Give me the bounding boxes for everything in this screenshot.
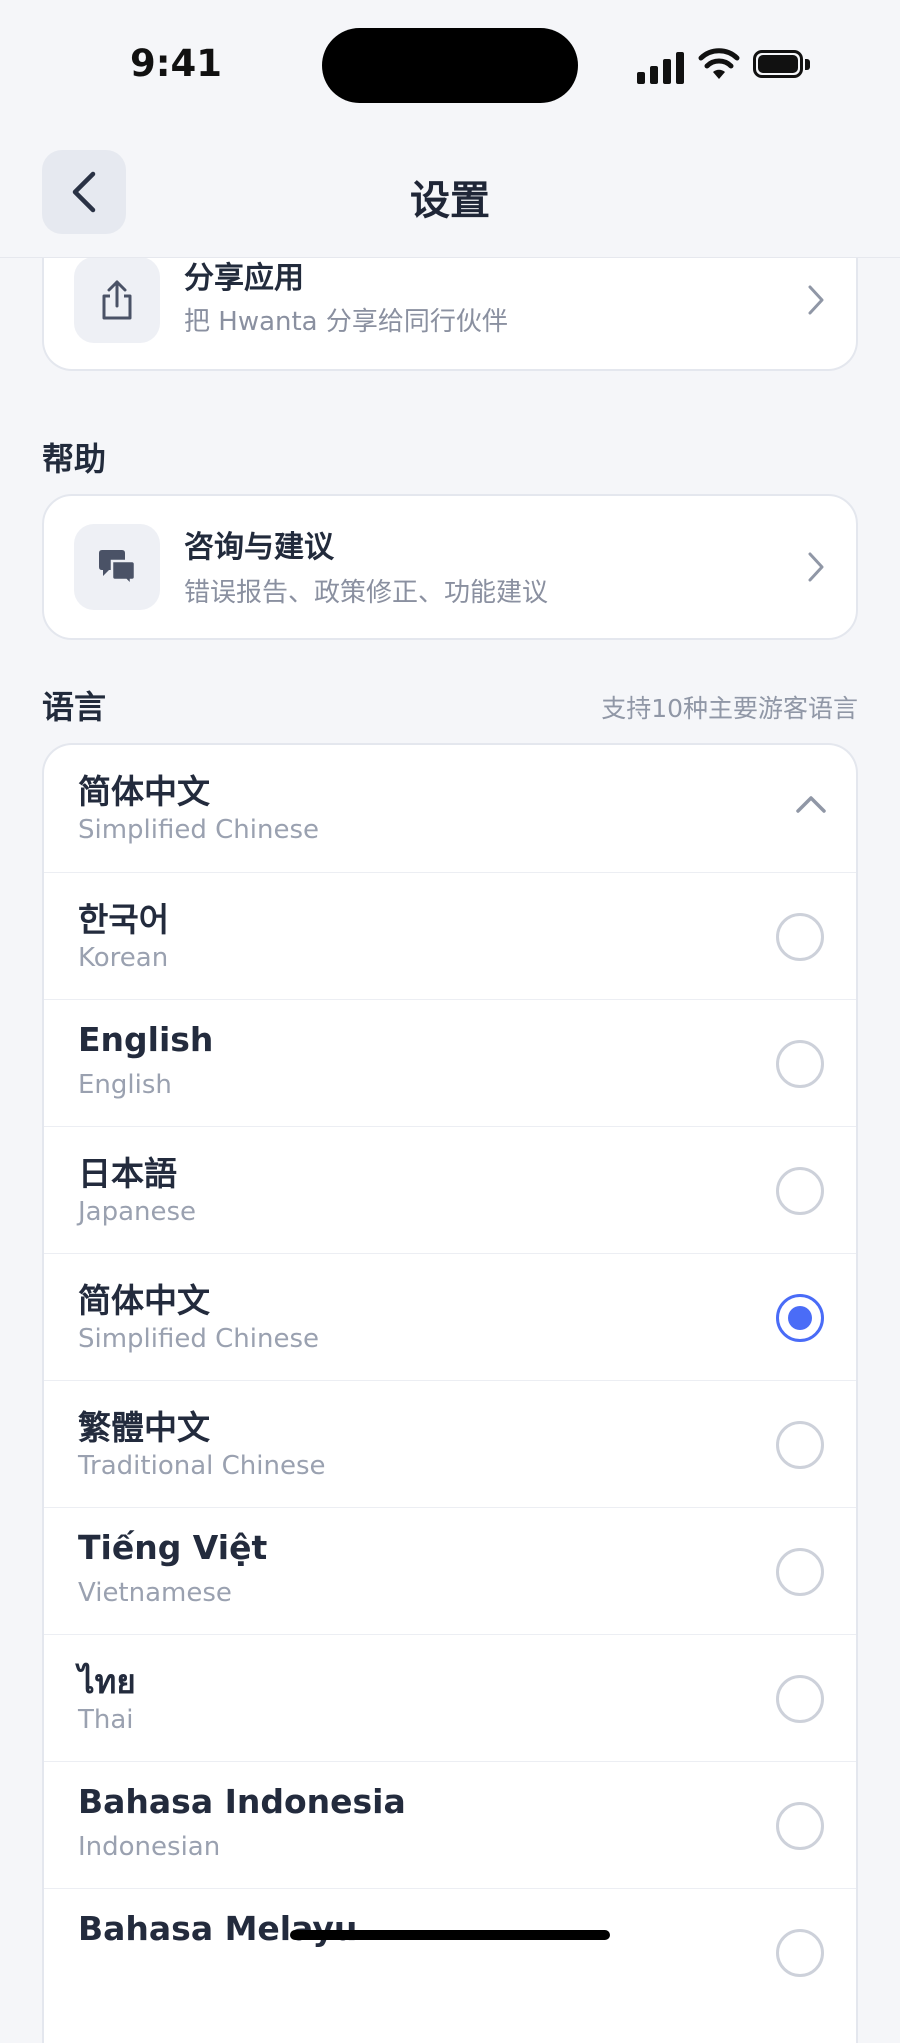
radio-button[interactable] [776, 1675, 824, 1723]
language-list: 简体中文 Simplified Chinese 한국어 Korean Engli… [42, 743, 858, 2043]
chevron-right-icon [808, 552, 824, 582]
nav-header: 设置 [0, 130, 900, 258]
language-name: 日本語 [78, 1154, 177, 1193]
home-indicator [290, 1930, 610, 1940]
radio-button[interactable] [776, 1929, 824, 1977]
feedback-row[interactable]: 咨询与建议 错误报告、政策修正、功能建议 [42, 494, 858, 640]
language-option-malay[interactable]: Bahasa Melayu [44, 1888, 856, 2016]
dynamic-island [322, 28, 578, 103]
language-option-simplified-chinese[interactable]: 简体中文 Simplified Chinese [44, 1253, 856, 1381]
radio-button-selected[interactable] [776, 1294, 824, 1342]
language-name: 한국어 [78, 900, 170, 939]
feedback-title: 咨询与建议 [184, 530, 334, 565]
language-name: 繁體中文 [78, 1408, 210, 1447]
radio-button[interactable] [776, 1421, 824, 1469]
language-name: Bahasa Melayu [78, 1909, 358, 1948]
language-option-vietnamese[interactable]: Tiếng Việt Vietnamese [44, 1507, 856, 1635]
current-language-name: 简体中文 [78, 772, 210, 811]
language-sub: Japanese [78, 1197, 197, 1227]
battery-icon [753, 50, 811, 80]
language-section-title: 语言 [42, 688, 107, 726]
chat-bubbles-icon [99, 550, 137, 587]
page-title: 设置 [410, 178, 490, 224]
language-sub: Traditional Chinese [78, 1451, 326, 1481]
radio-button[interactable] [776, 1040, 824, 1088]
share-app-title: 分享应用 [184, 261, 304, 296]
language-option-english[interactable]: English English [44, 999, 856, 1127]
language-section-note: 支持10种主要游客语言 [601, 694, 858, 723]
language-option-traditional-chinese[interactable]: 繁體中文 Traditional Chinese [44, 1380, 856, 1508]
language-sub: Korean [78, 943, 169, 973]
language-name: ไทย [78, 1662, 136, 1701]
radio-button[interactable] [776, 1548, 824, 1596]
language-option-thai[interactable]: ไทย Thai [44, 1634, 856, 1762]
cellular-signal-icon [637, 50, 685, 84]
radio-button[interactable] [776, 913, 824, 961]
language-name: English [78, 1020, 214, 1059]
language-option-japanese[interactable]: 日本語 Japanese [44, 1126, 856, 1254]
language-sub: Simplified Chinese [78, 1324, 320, 1354]
share-icon [102, 280, 132, 320]
radio-button[interactable] [776, 1167, 824, 1215]
feedback-subtitle: 错误报告、政策修正、功能建议 [184, 578, 549, 608]
language-name: 简体中文 [78, 1281, 210, 1320]
status-bar: 9:41 [0, 0, 900, 130]
radio-button[interactable] [776, 1802, 824, 1850]
share-app-subtitle: 把 Hwanta 分享给同行伙伴 [184, 307, 508, 337]
language-option-korean[interactable]: 한국어 Korean [44, 872, 856, 1000]
language-sub: English [78, 1070, 172, 1100]
language-name: Bahasa Indonesia [78, 1782, 406, 1821]
share-icon-tile [74, 257, 160, 343]
chevron-up-icon [796, 796, 826, 813]
language-sub: Vietnamese [78, 1578, 232, 1608]
chevron-right-icon [808, 285, 824, 315]
chat-icon-tile [74, 524, 160, 610]
help-section-title: 帮助 [42, 440, 107, 478]
language-name: Tiếng Việt [78, 1528, 268, 1567]
wifi-icon [698, 48, 740, 79]
language-dropdown-header[interactable]: 简体中文 Simplified Chinese [44, 745, 856, 872]
status-time: 9:41 [130, 42, 223, 85]
language-sub: Thai [78, 1705, 134, 1735]
language-sub: Indonesian [78, 1832, 221, 1862]
language-option-indonesian[interactable]: Bahasa Indonesia Indonesian [44, 1761, 856, 1889]
current-language-sub: Simplified Chinese [78, 815, 320, 845]
